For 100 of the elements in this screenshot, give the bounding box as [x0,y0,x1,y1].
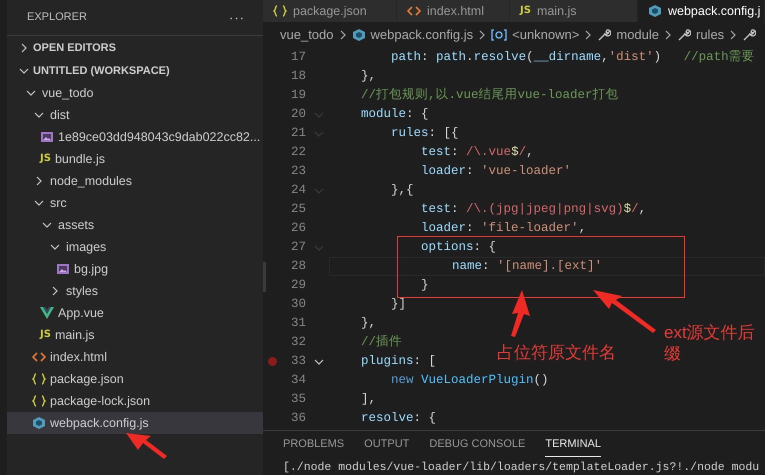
cube-icon [648,4,662,18]
chevron-right-icon [729,30,738,40]
annotation-text: ext源文件后缀 [664,322,756,364]
code-line: loader: 'file-loader', [420,220,586,238]
image-file-icon [40,131,54,143]
line-number: 29 [290,277,306,294]
line-number: 36 [290,410,306,428]
line-number: 31 [290,315,306,332]
panel-tab[interactable]: PROBLEMS [283,433,344,457]
line-number: 22 [290,144,306,162]
editor-tab[interactable]: webpack.config.j [638,0,765,22]
sidebar-title: EXPLORER [27,10,87,26]
wrench-icon [677,28,691,42]
line-number: 20 [290,106,306,124]
breadcrumb-item[interactable]: module [597,25,659,45]
section-header[interactable]: OPEN EDITORS [7,35,263,60]
line-number: 17 [290,49,306,66]
tree-item[interactable]: node_modules [7,170,263,192]
angle-brackets-icon [32,351,46,363]
code-line: module: { [360,106,429,124]
section-header[interactable]: UNTITLED (WORKSPACE) [7,60,263,82]
arrow [593,290,656,333]
js-file-icon: JS [520,5,531,17]
wrench-icon [742,28,756,42]
js-file-icon: JS [40,153,51,165]
angle-brackets-icon [407,5,421,17]
line-number: 35 [290,391,306,408]
line-number: 32 [290,334,306,352]
breadcrumb-item[interactable]: webpack.config.js [352,25,474,45]
braces-icon [32,395,46,407]
code-line: test: /\.vue$/, [420,144,534,162]
annotation-text: 占位符原文件名 [497,342,616,364]
editor-tab[interactable]: JS main.js [510,0,638,22]
braces-icon [32,373,46,385]
code-line: loader: 'vue-loader' [420,163,572,180]
symbol-brackets-icon [491,29,508,41]
tree-item[interactable]: styles [7,280,263,302]
line-number: 28 [290,258,306,276]
line-number: 25 [290,201,306,218]
panel-tab[interactable]: TERMINAL [545,433,601,457]
tree-item[interactable]: package.json [7,368,263,390]
vue-logo-icon [40,307,54,319]
code-line: //插件 [360,334,402,352]
arrow [511,290,530,337]
breadcrumb-item[interactable]: rules [677,25,724,45]
code-line: }, [360,315,376,332]
line-number: 34 [290,372,306,390]
line-number: 33 [290,353,306,370]
chevron-right-icon [478,30,486,40]
code-line: path: path.resolve(__dirname,'dist') //path需要 [390,49,755,66]
more-actions-button[interactable]: ··· [229,8,245,28]
chevron-right-icon [664,30,672,40]
braces-icon [273,5,287,17]
line-number: 18 [290,68,306,86]
cube-icon [32,416,46,430]
code-line: } [420,277,429,294]
tree-item[interactable]: images [7,236,263,258]
chevron-right-icon [338,30,346,40]
panel-tab[interactable]: DEBUG CONSOLE [429,433,526,457]
wrench-icon [597,28,612,42]
terminal-output: [./node modules/vue-loader/lib/loaders/templateLoader.js?!./node modu [283,460,760,475]
code-line: new VueLoaderPlugin() [390,372,549,390]
tree-item[interactable]: src [7,192,263,214]
tree-item[interactable]: vue_todo [7,82,263,104]
tree-item[interactable]: assets [7,214,263,236]
js-file-icon: JS [40,329,51,341]
arrow [126,433,167,459]
code-line: //打包规则,以.vue结尾用vue-loader打包 [360,86,619,104]
line-number: 21 [290,125,306,142]
tree-item[interactable]: index.html [7,346,263,368]
breadcrumb-item[interactable]: <unknown> [491,25,580,45]
line-number: 24 [290,182,306,200]
code-line: resolve: { [360,410,436,428]
editor-tab[interactable]: package.json [263,0,397,22]
code-line: name: '[name].[ext]' [451,258,602,276]
tree-item[interactable]: JS bundle.js [7,148,263,170]
code-line: options: { [420,239,496,256]
cube-icon [352,28,366,42]
code-line: },{ [390,182,414,200]
line-number: 26 [290,220,306,238]
tree-item[interactable]: dist [7,104,263,126]
tree-item[interactable]: App.vue [7,302,263,324]
line-number: 19 [290,87,306,104]
line-number: 23 [290,163,306,180]
chevron-right-icon [584,30,592,40]
tree-item[interactable]: package-lock.json [7,390,263,412]
editor-tab[interactable]: index.html [397,0,510,22]
code-line: test: /\.(jpg|jpeg|png|svg)$/, [420,201,646,218]
tree-item[interactable]: JS main.js [7,324,263,346]
code-line: ], [360,391,376,408]
code-line: rules: [{ [390,125,459,142]
image-file-icon [56,263,70,275]
line-number: 27 [290,239,306,256]
code-line: }] [390,296,406,314]
tree-item[interactable]: bg.jpg [7,258,263,280]
line-number: 30 [290,296,306,314]
breadcrumb-item[interactable]: vue_todo [280,25,334,45]
panel-tab[interactable]: OUTPUT [364,433,410,457]
tree-item[interactable]: webpack.config.js [7,412,263,434]
tree-item[interactable]: 1e89ce03dd948043c9dab022cc82... [7,126,263,148]
